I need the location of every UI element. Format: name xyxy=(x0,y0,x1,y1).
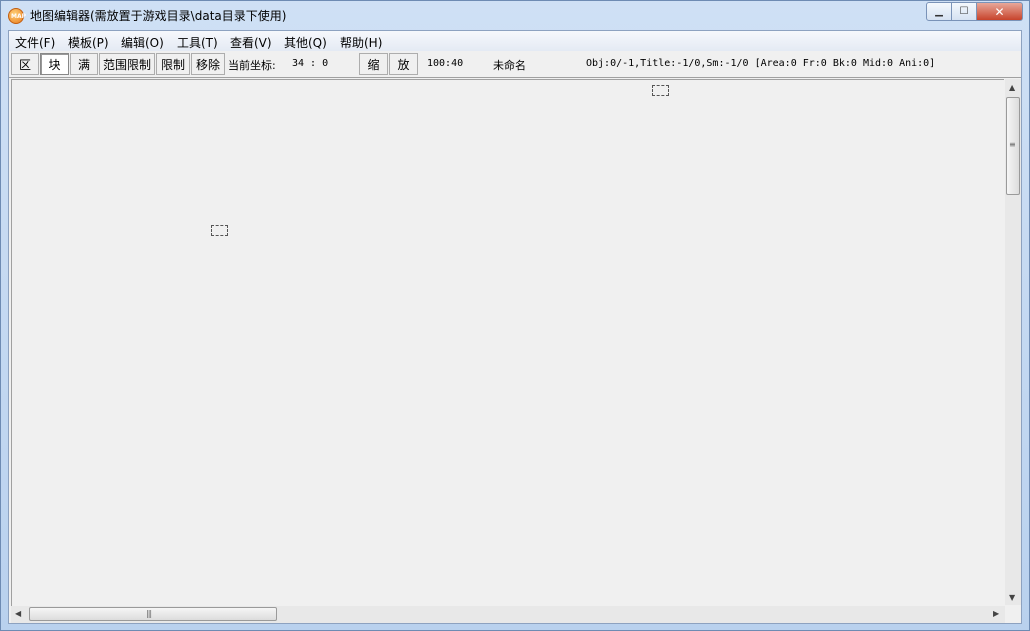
app-logo-icon: MAP xyxy=(8,8,26,24)
app-window: MAP 地图编辑器(需放置于游戏目录\data目录下使用) ▁ ☐ ✕ 文件(F… xyxy=(0,0,1030,631)
range-limit-button[interactable]: 范围限制 xyxy=(99,53,155,75)
menu-view[interactable]: 查看(V) xyxy=(230,34,272,51)
map-canvas[interactable] xyxy=(11,79,1004,606)
close-button[interactable]: ✕ xyxy=(977,2,1023,21)
selection-marker xyxy=(652,85,669,96)
menu-tools[interactable]: 工具(T) xyxy=(177,34,218,51)
full-button[interactable]: 满 xyxy=(70,53,98,75)
toolbar: 区 块 满 范围限制 限制 移除 当前坐标: 34 : 0 缩 放 100:40… xyxy=(9,51,1021,78)
menu-help[interactable]: 帮助(H) xyxy=(340,34,382,51)
vertical-scroll-thumb[interactable]: ≡ xyxy=(1006,97,1020,195)
file-name: 未命名 xyxy=(493,59,526,72)
menu-file[interactable]: 文件(F) xyxy=(15,34,55,51)
menu-template[interactable]: 模板(P) xyxy=(68,34,109,51)
menu-edit[interactable]: 编辑(O) xyxy=(121,34,164,51)
window-title: 地图编辑器(需放置于游戏目录\data目录下使用) xyxy=(30,9,287,23)
horizontal-scroll-thumb[interactable]: ||| xyxy=(29,607,277,621)
shrink-button[interactable]: 缩 xyxy=(359,53,388,75)
scroll-right-arrow-icon[interactable]: ▶ xyxy=(993,609,999,618)
map-stats: Obj:0/-1,Title:-1/0,Sm:-1/0 [Area:0 Fr:0… xyxy=(586,58,936,69)
hgrip-icon: ||| xyxy=(146,609,152,618)
scroll-left-arrow-icon[interactable]: ◀ xyxy=(15,609,21,618)
client-area: 文件(F) 模板(P) 编辑(O) 工具(T) 查看(V) 其他(Q) 帮助(H… xyxy=(8,30,1022,624)
size-grip[interactable] xyxy=(1005,606,1021,623)
minimize-button[interactable]: ▁ xyxy=(926,2,952,21)
scroll-up-arrow-icon[interactable]: ▲ xyxy=(1009,83,1015,92)
limit-button[interactable]: 限制 xyxy=(156,53,190,75)
zone-button[interactable]: 区 xyxy=(11,53,39,75)
menu-bar: 文件(F) 模板(P) 编辑(O) 工具(T) 查看(V) 其他(Q) 帮助(H… xyxy=(9,31,1021,52)
vertical-scrollbar[interactable]: ▲ ≡ ▼ xyxy=(1005,79,1021,605)
menu-other[interactable]: 其他(Q) xyxy=(284,34,327,51)
title-bar[interactable]: MAP 地图编辑器(需放置于游戏目录\data目录下使用) ▁ ☐ ✕ xyxy=(1,1,1029,30)
coord-caption: 当前坐标: xyxy=(228,59,276,72)
grip-icon: ≡ xyxy=(1009,140,1016,149)
horizontal-scrollbar[interactable]: ◀ ||| ▶ xyxy=(11,606,1005,623)
scroll-down-arrow-icon[interactable]: ▼ xyxy=(1009,593,1015,602)
block-button[interactable]: 块 xyxy=(40,53,69,75)
enlarge-button[interactable]: 放 xyxy=(389,53,418,75)
window-controls: ▁ ☐ ✕ xyxy=(926,2,1023,21)
zoom-value: 100:40 xyxy=(427,58,464,69)
coord-value: 34 : 0 xyxy=(292,58,329,69)
maximize-button[interactable]: ☐ xyxy=(952,2,977,21)
cursor-marker xyxy=(211,225,228,236)
remove-button[interactable]: 移除 xyxy=(191,53,225,75)
